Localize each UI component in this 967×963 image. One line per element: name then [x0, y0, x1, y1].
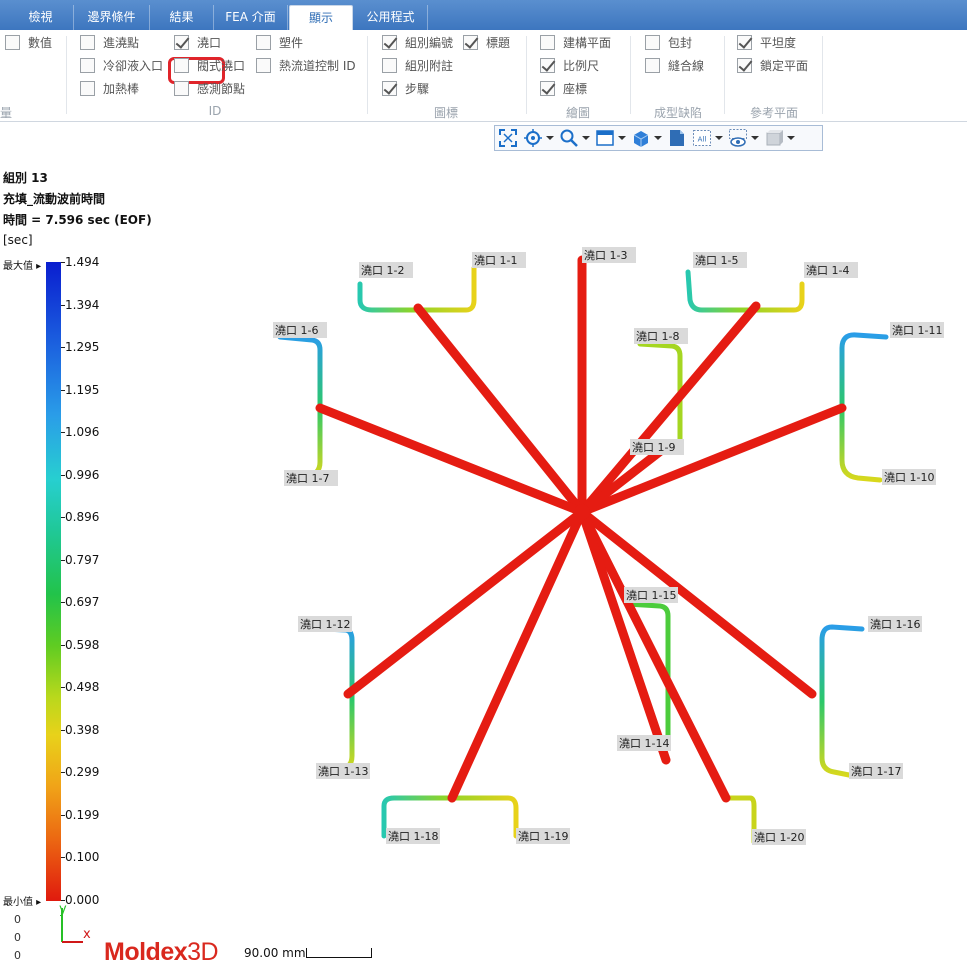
- gate-label[interactable]: 澆口 1-6: [273, 322, 327, 338]
- gate-label-text: 澆口 1-13: [318, 764, 368, 778]
- gate-label[interactable]: 澆口 1-5: [693, 252, 747, 268]
- gate-runner: [723, 795, 757, 845]
- gate-label-text: 澆口 1-19: [518, 829, 568, 843]
- gate-runner: [299, 625, 355, 774]
- gate-label-text: 澆口 1-7: [286, 471, 329, 485]
- gate-label[interactable]: 澆口 1-7: [284, 470, 338, 486]
- main-runner: [577, 507, 731, 803]
- gate-label[interactable]: 澆口 1-13: [316, 763, 370, 779]
- gate-label-text: 澆口 1-15: [626, 588, 676, 602]
- gate-label-text: 澆口 1-14: [619, 736, 669, 750]
- gate-label-text: 澆口 1-20: [754, 830, 804, 844]
- gate-label-text: 澆口 1-18: [388, 829, 438, 843]
- gate-label-text: 澆口 1-17: [851, 764, 901, 778]
- sprue-center: [574, 504, 590, 520]
- gate-label[interactable]: 澆口 1-17: [849, 763, 903, 779]
- main-runner: [447, 507, 587, 803]
- gate-label-text: 澆口 1-1: [474, 253, 517, 267]
- gate-label-text: 澆口 1-5: [695, 253, 738, 267]
- gate-label-text: 澆口 1-12: [300, 617, 350, 631]
- gate-label[interactable]: 澆口 1-10: [882, 469, 936, 485]
- gate-label[interactable]: 澆口 1-18: [386, 828, 440, 844]
- logo-suffix: 3D: [187, 938, 219, 963]
- moldex3d-logo: Moldex3D: [104, 938, 219, 963]
- gate-label-text: 澆口 1-3: [584, 248, 627, 262]
- gate-label[interactable]: 澆口 1-20: [752, 829, 806, 845]
- moldex3d-window: 檢視 邊界條件 結果 FEA 介面 顯示 公用程式 數值 量 進澆點 冷卻液入口: [0, 0, 967, 963]
- gate-label-text: 澆口 1-10: [884, 470, 934, 484]
- gate-label[interactable]: 澆口 1-19: [516, 828, 570, 844]
- gate-label[interactable]: 澆口 1-14: [617, 735, 671, 751]
- gate-label-text: 澆口 1-6: [275, 323, 318, 337]
- gate-runner: [277, 334, 323, 481]
- gate-label[interactable]: 澆口 1-3: [582, 247, 636, 263]
- gate-label[interactable]: 澆口 1-2: [359, 262, 413, 278]
- gate-label[interactable]: 澆口 1-16: [868, 616, 922, 632]
- scale-bar: [306, 948, 372, 958]
- gate-label-text: 澆口 1-2: [361, 263, 404, 277]
- gate-label[interactable]: 澆口 1-1: [472, 252, 526, 268]
- gate-label-text: 澆口 1-9: [632, 440, 675, 454]
- gate-runner: [839, 332, 889, 483]
- gate-runner: [819, 624, 865, 779]
- scale-label: 90.00 mm: [244, 946, 306, 960]
- logo-text: Moldex: [104, 938, 188, 963]
- main-runner: [343, 507, 587, 699]
- model-viewport[interactable]: 澆口 1-1 澆口 1-2 澆口 1-3 澆口 1-4 澆口 1-5 澆口 1-6 澆口 1…: [0, 0, 967, 963]
- gate-label[interactable]: 澆口 1-4: [804, 262, 858, 278]
- gate-label[interactable]: 澆口 1-11: [890, 322, 944, 338]
- gate-label[interactable]: 澆口 1-15: [624, 587, 678, 603]
- gate-label[interactable]: 澆口 1-12: [298, 616, 352, 632]
- main-runners: [315, 255, 847, 803]
- gate-label-text: 澆口 1-8: [636, 329, 679, 343]
- gate-label-text: 澆口 1-16: [870, 617, 920, 631]
- gate-label[interactable]: 澆口 1-9: [630, 439, 684, 455]
- gate-runner: [685, 269, 805, 313]
- gate-label[interactable]: 澆口 1-8: [634, 328, 688, 344]
- gate-label-text: 澆口 1-4: [806, 263, 849, 277]
- gate-label-text: 澆口 1-11: [892, 323, 942, 337]
